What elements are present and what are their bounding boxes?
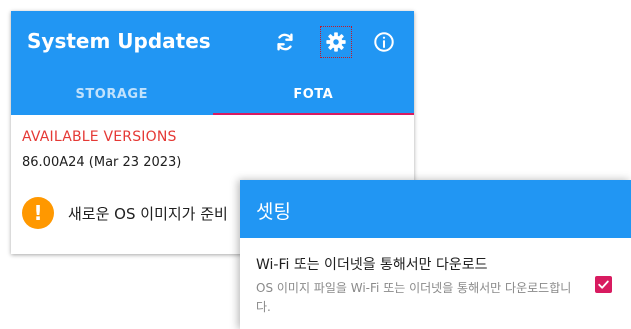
app-title: System Updates xyxy=(27,29,211,53)
checkmark-icon xyxy=(598,280,609,289)
wifi-only-pref-title[interactable]: Wi-Fi 또는 이더넷을 통해서만 다운로드 xyxy=(256,254,488,274)
wifi-only-pref-summary: OS 이미지 파일을 Wi-Fi 또는 이더넷을 통해서만 다운로드합니다. xyxy=(256,281,572,314)
version-item[interactable]: 86.00A24 (Mar 23 2023) xyxy=(22,155,181,170)
notice-text: 새로운 OS 이미지가 준비 xyxy=(68,204,228,223)
tab-bar: STORAGE FOTA xyxy=(11,73,414,115)
settings-title: 셋팅 xyxy=(256,201,291,223)
available-versions-heading: AVAILABLE VERSIONS xyxy=(22,129,177,145)
gear-icon[interactable] xyxy=(320,26,352,58)
screen: System Updates STORAGE FOTA AVAILABLE VE… xyxy=(0,0,631,329)
wifi-only-checkbox[interactable] xyxy=(595,276,612,293)
tab-storage[interactable]: STORAGE xyxy=(11,73,213,115)
settings-header: 셋팅 xyxy=(240,180,631,238)
settings-panel: 셋팅 Wi-Fi 또는 이더넷을 통해서만 다운로드 OS 이미지 파일을 Wi… xyxy=(240,180,631,329)
sync-icon[interactable] xyxy=(271,28,299,56)
update-notice: ! 새로운 OS 이미지가 준비 xyxy=(22,197,228,229)
tab-fota[interactable]: FOTA xyxy=(212,73,415,115)
exclamation-icon: ! xyxy=(22,197,54,229)
info-icon[interactable] xyxy=(370,28,398,56)
app-bar: System Updates STORAGE FOTA xyxy=(11,11,414,115)
